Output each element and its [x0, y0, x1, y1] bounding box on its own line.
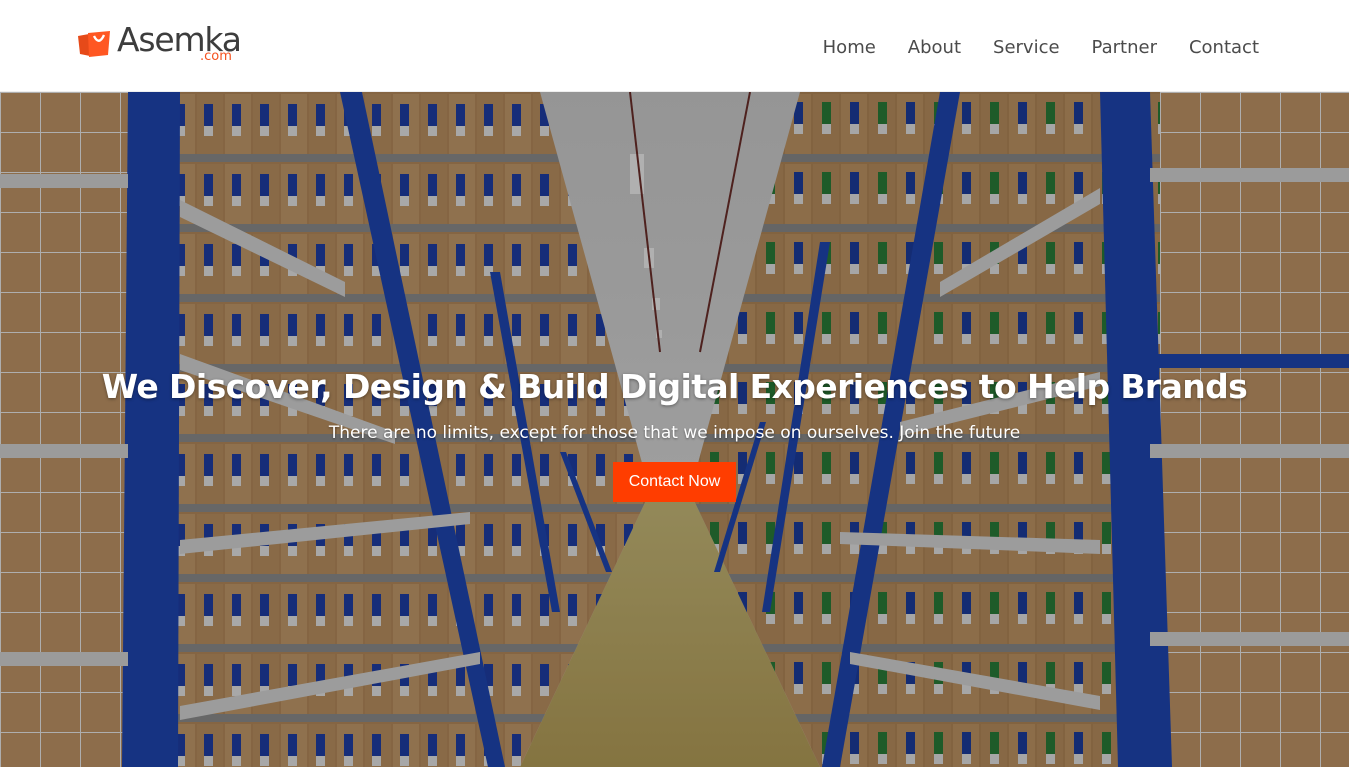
nav-link-partner[interactable]: Partner — [1092, 36, 1157, 60]
site-header: Asemka .com Home About Service Partner C… — [0, 0, 1349, 92]
logo-domain: .com — [200, 49, 232, 64]
hero-subtitle: There are no limits, except for those th… — [328, 423, 1021, 443]
site-logo[interactable]: Asemka .com — [76, 20, 256, 68]
hero-title: We Discover, Design & Build Digital Expe… — [101, 367, 1248, 406]
nav-link-contact[interactable]: Contact — [1189, 36, 1259, 60]
hero-section: We Discover, Design & Build Digital Expe… — [0, 92, 1349, 767]
nav-link-service[interactable]: Service — [993, 36, 1060, 60]
contact-now-button[interactable]: Contact Now — [613, 462, 736, 502]
nav-link-about[interactable]: About — [908, 36, 961, 60]
main-nav: Home About Service Partner Contact — [791, 36, 1259, 60]
shopping-bag-icon — [78, 31, 110, 57]
nav-link-home[interactable]: Home — [823, 36, 876, 60]
